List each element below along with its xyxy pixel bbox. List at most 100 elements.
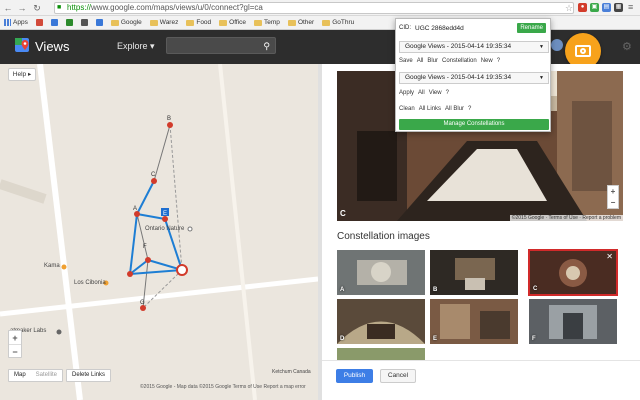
row-action-link[interactable]: All Links [419, 106, 441, 112]
row-action-link[interactable]: All Blur [445, 106, 464, 112]
google-maps-logo-icon[interactable] [15, 38, 29, 56]
bookmark-label: Google [120, 19, 142, 26]
constellation-select-save[interactable]: Google Views - 2015-04-14 19:35:34 ▼ [399, 41, 549, 53]
row-action-link[interactable]: All [418, 90, 425, 96]
map-pane[interactable]: B C A F G E Help ▸ Ontario Nature Kama L… [0, 64, 318, 400]
photo-node[interactable] [151, 178, 157, 184]
thumbnail-letter: A [340, 287, 345, 293]
row-action-link[interactable]: All [417, 58, 424, 64]
chevron-down-icon: ▼ [539, 75, 544, 81]
node-label: C [151, 172, 156, 178]
bookmark-folder[interactable]: Office [217, 17, 248, 29]
publish-button[interactable]: Publish [336, 369, 373, 383]
map-type-button[interactable]: Map [9, 370, 31, 381]
delete-links-button[interactable]: Delete Links [66, 369, 112, 382]
node-label: E [163, 211, 167, 217]
constellation-select-apply[interactable]: Google Views - 2015-04-14 19:35:34 ▼ [399, 72, 549, 84]
menu-icon[interactable]: ≡ [628, 2, 633, 12]
search-icon[interactable]: ⚲ [263, 41, 270, 52]
cancel-button[interactable]: Cancel [380, 369, 416, 383]
constellation-thumbnail-selected[interactable]: C ✕ [528, 249, 618, 296]
constellation-map[interactable]: B C A F G E [0, 64, 318, 400]
extension-icon[interactable]: ▦ [614, 3, 623, 12]
forward-arrow-icon[interactable]: → [16, 2, 28, 14]
bookmark-site[interactable] [94, 17, 105, 29]
node-label: B [167, 116, 171, 122]
extension-icon[interactable]: ▣ [590, 3, 599, 12]
manage-constellations-button[interactable]: Manage Constellations [399, 119, 549, 130]
gear-icon[interactable]: ⚙ [622, 40, 632, 53]
explore-menu[interactable]: Explore ▾ [117, 41, 155, 52]
zoom-out-button[interactable]: − [9, 345, 21, 359]
views-extension-icon[interactable]: ● [578, 3, 587, 12]
bookmark-apps[interactable]: Apps [2, 17, 30, 29]
help-button[interactable]: Help ▸ [8, 68, 36, 81]
close-icon[interactable]: ✕ [606, 252, 613, 261]
selected-photo-node[interactable] [176, 264, 188, 276]
app-title[interactable]: Views [35, 39, 69, 54]
folder-icon [287, 19, 296, 26]
constellation-thumbnail[interactable]: F [529, 299, 617, 344]
photo-letter-badge: C [340, 209, 346, 218]
bookmark-folder[interactable]: Warez [148, 17, 181, 29]
map-scale-label: Ketchum Canada [272, 369, 311, 375]
folder-icon [322, 19, 331, 26]
bookmark-folder[interactable]: Other [286, 17, 316, 29]
photo-node[interactable] [167, 122, 173, 128]
search-input[interactable]: ⚲ [166, 37, 276, 54]
folder-icon [186, 19, 195, 26]
row-action-link[interactable]: Blur [427, 58, 438, 64]
thumbnail-letter: B [433, 287, 438, 293]
row-action-link[interactable]: View [429, 90, 442, 96]
save-row: Save All Blur Constellation New? [399, 56, 500, 66]
bookmark-site-icon [65, 19, 73, 26]
chevron-down-icon: ▼ [539, 44, 544, 50]
suggested-link [142, 269, 183, 309]
constellation-thumbnail[interactable]: E [430, 299, 518, 344]
node-label: G [140, 300, 145, 306]
reload-icon[interactable]: ↻ [31, 2, 43, 14]
bookmark-label: GoThru [332, 19, 355, 26]
bookmark-folder[interactable]: Food [184, 17, 213, 29]
bookmark-site[interactable] [79, 17, 90, 29]
bookmark-site[interactable] [64, 17, 75, 29]
photo-zoom-out-button[interactable]: − [608, 197, 618, 208]
node-label: F [143, 244, 147, 250]
avatar[interactable] [551, 39, 563, 51]
bookmark-site[interactable] [34, 17, 45, 29]
bookmark-folder[interactable]: Temp [252, 17, 282, 29]
photo-node[interactable] [145, 257, 151, 263]
photo-credit: ©2015 Google · Terms of Use · Report a p… [509, 215, 623, 221]
satellite-type-button[interactable]: Satellite [31, 370, 62, 381]
zoom-in-button[interactable]: + [9, 331, 21, 345]
folder-icon [254, 19, 263, 26]
photo-node[interactable] [127, 271, 133, 277]
restaurant-icon [61, 264, 67, 270]
row-action-link[interactable]: New [481, 58, 493, 64]
map-label-los-cibonia: Los Cibonia [74, 280, 106, 286]
row-action-link[interactable]: Constellation [442, 58, 477, 64]
bookmark-folder[interactable]: GoThru [320, 17, 356, 29]
back-arrow-icon[interactable]: ← [2, 2, 14, 14]
row-action-link[interactable]: ? [446, 90, 449, 96]
bookmark-site[interactable] [49, 17, 60, 29]
thumbnail-image [529, 299, 617, 344]
map-type-toggle: Map Satellite [8, 369, 64, 382]
row-label: Clean [399, 106, 415, 112]
link [136, 213, 166, 220]
rename-button[interactable]: Rename [517, 23, 546, 33]
constellation-thumbnail[interactable] [337, 348, 425, 360]
photo-zoom-in-button[interactable]: + [608, 186, 618, 197]
row-action-link[interactable]: ? [468, 106, 471, 112]
photo-zoom-control: + − [607, 185, 619, 209]
constellation-thumbnail[interactable]: A [337, 250, 425, 295]
row-action-link[interactable]: ? [497, 58, 500, 64]
link [136, 180, 155, 215]
extension-icon[interactable]: ▤ [602, 3, 611, 12]
bookmark-site-icon [50, 19, 58, 26]
constellation-thumbnail[interactable]: D [337, 299, 425, 344]
constellation-thumbnail[interactable]: B [430, 250, 518, 295]
bookmark-folder[interactable]: Google [109, 17, 144, 29]
url-field[interactable]: ■ https://www.google.com/maps/views/u/0/… [54, 2, 574, 14]
star-icon[interactable]: ☆ [565, 3, 573, 14]
